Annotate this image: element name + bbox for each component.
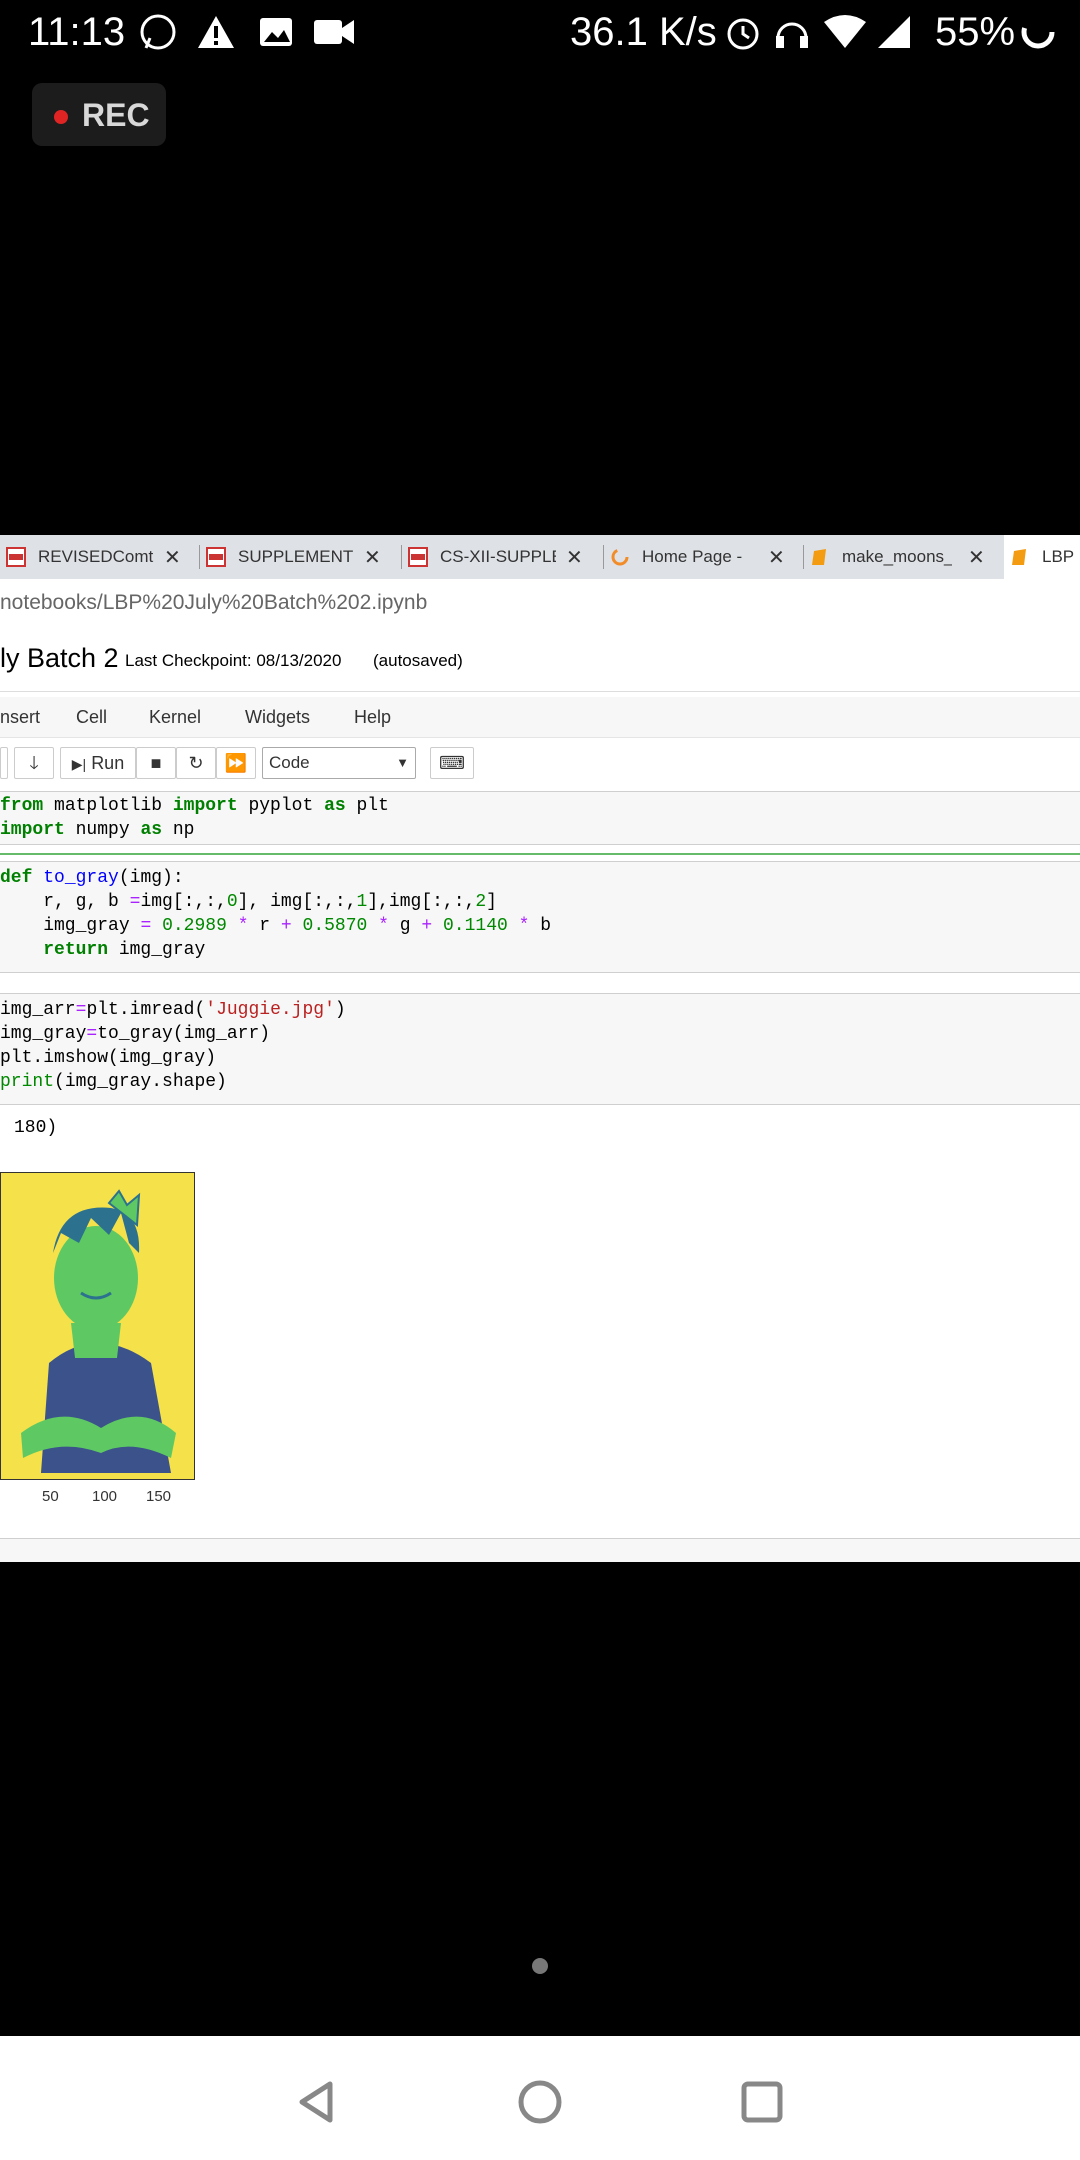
tab-label: REVISEDComt bbox=[38, 547, 154, 566]
close-icon[interactable]: ✕ bbox=[768, 545, 785, 570]
wifi-icon bbox=[824, 15, 866, 48]
step-icon: ▶| bbox=[71, 756, 87, 772]
restart-icon: ↻ bbox=[188, 753, 204, 773]
x-tick-label: 150 bbox=[146, 1488, 172, 1505]
arrow-down-icon: 🡓 bbox=[29, 753, 39, 773]
cartoon-figure-image bbox=[1, 1173, 194, 1479]
pdf-icon bbox=[6, 547, 26, 567]
code-content[interactable]: def to_gray(img): r, g, b =img[:,:,0], i… bbox=[0, 866, 551, 962]
notebook-title[interactable]: ly Batch 2 bbox=[0, 643, 119, 674]
stop-icon: ■ bbox=[150, 753, 162, 773]
whatsapp-icon bbox=[140, 14, 176, 50]
code-cell[interactable]: img_arr=plt.imread('Juggie.jpg') img_gra… bbox=[0, 993, 1080, 1105]
notebook-toolbar: 🡓 ▶| Run ■ ↻ ⏩ Code ▼ ⌨ bbox=[0, 743, 1080, 787]
notebook-menubar: nsert Cell Kernel Widgets Help bbox=[0, 697, 1080, 738]
battery-percent: 55% bbox=[935, 10, 1016, 54]
clock: 11:13 bbox=[28, 10, 126, 54]
address-bar[interactable]: notebooks/LBP%20July%20Batch%202.ipynb bbox=[0, 579, 1080, 632]
screen-capture: REVISEDComt ✕ SUPPLEMENT ✕ CS-XII-SUPPLE… bbox=[0, 535, 1080, 1562]
pdf-icon bbox=[408, 547, 428, 567]
checkpoint-status: Last Checkpoint: 08/13/2020 bbox=[125, 651, 342, 670]
url-text: notebooks/LBP%20July%20Batch%202.ipynb bbox=[0, 591, 428, 614]
signal-icon bbox=[878, 16, 910, 48]
keyboard-icon: ⌨ bbox=[439, 753, 465, 773]
menu-cell[interactable]: Cell bbox=[76, 707, 107, 728]
warning-icon bbox=[198, 16, 234, 48]
browser-tab[interactable]: CS-XII-SUPPLE ✕ bbox=[402, 535, 604, 579]
run-label: Run bbox=[91, 753, 125, 773]
tab-label: Home Page - bbox=[642, 547, 743, 566]
close-icon[interactable]: ✕ bbox=[566, 545, 583, 570]
android-nav-bar bbox=[0, 2036, 1080, 2160]
browser-tab-bar: REVISEDComt ✕ SUPPLEMENT ✕ CS-XII-SUPPLE… bbox=[0, 535, 1080, 579]
menu-insert[interactable]: nsert bbox=[0, 707, 40, 728]
code-cell[interactable]: from matplotlib import pyplot as plt imp… bbox=[0, 791, 1080, 845]
notebook-icon bbox=[812, 549, 826, 565]
alarm-icon bbox=[727, 18, 759, 50]
fast-forward-icon: ⏩ bbox=[224, 753, 248, 773]
video-icon bbox=[314, 20, 354, 44]
spinner-icon bbox=[611, 548, 629, 566]
tab-label: CS-XII-SUPPLE bbox=[440, 547, 556, 566]
status-bar: 11:13 36.1 K/s 55% bbox=[0, 0, 1080, 64]
image-icon bbox=[260, 18, 292, 46]
code-cell-partial[interactable] bbox=[0, 1538, 1080, 1562]
page-indicator-dot bbox=[532, 1958, 548, 1974]
menu-help[interactable]: Help bbox=[354, 707, 391, 728]
restart-run-all-button[interactable]: ⏩ bbox=[216, 747, 256, 779]
autosave-status: (autosaved) bbox=[373, 651, 463, 670]
notebook-icon bbox=[1012, 549, 1026, 565]
move-down-button[interactable]: 🡓 bbox=[14, 747, 54, 779]
headset-icon bbox=[776, 22, 808, 48]
code-content[interactable]: from matplotlib import pyplot as plt imp… bbox=[0, 794, 389, 842]
menu-kernel[interactable]: Kernel bbox=[149, 707, 201, 728]
browser-tab[interactable]: make_moons_ ✕ bbox=[804, 535, 1004, 579]
browser-tab[interactable]: REVISEDComt ✕ bbox=[0, 535, 200, 579]
x-tick-label: 50 bbox=[42, 1488, 59, 1505]
back-icon[interactable] bbox=[292, 2078, 340, 2126]
imshow-output-image bbox=[0, 1172, 195, 1480]
battery-ring-icon bbox=[1021, 15, 1055, 49]
tab-label: LBP bbox=[1042, 547, 1075, 566]
notebook-header: ly Batch 2 Last Checkpoint: 08/13/2020 (… bbox=[0, 631, 1080, 692]
cell-type-value: Code bbox=[269, 753, 310, 772]
chevron-down-icon: ▼ bbox=[396, 755, 409, 770]
home-icon[interactable] bbox=[516, 2078, 564, 2126]
cell-type-select[interactable]: Code ▼ bbox=[262, 747, 416, 779]
recording-label: REC bbox=[82, 97, 150, 133]
browser-tab[interactable]: Home Page - ✕ bbox=[604, 535, 804, 579]
pdf-icon bbox=[206, 547, 226, 567]
tab-label: make_moons_ bbox=[842, 547, 952, 566]
network-speed: 36.1 K/s bbox=[570, 10, 717, 54]
tab-label: SUPPLEMENT bbox=[238, 547, 354, 566]
menu-widgets[interactable]: Widgets bbox=[245, 707, 310, 728]
close-icon[interactable]: ✕ bbox=[164, 545, 181, 570]
cell-divider bbox=[0, 853, 1080, 855]
toolbar-button-partial[interactable] bbox=[0, 747, 8, 779]
recording-badge[interactable]: REC bbox=[32, 83, 166, 146]
run-button[interactable]: ▶| Run bbox=[60, 747, 136, 779]
close-icon[interactable]: ✕ bbox=[364, 545, 381, 570]
close-icon[interactable]: ✕ bbox=[968, 545, 985, 570]
code-cell[interactable]: def to_gray(img): r, g, b =img[:,:,0], i… bbox=[0, 861, 1080, 973]
restart-button[interactable]: ↻ bbox=[176, 747, 216, 779]
record-dot-icon bbox=[54, 110, 68, 124]
interrupt-button[interactable]: ■ bbox=[136, 747, 176, 779]
browser-tab-active[interactable]: LBP bbox=[1004, 535, 1080, 579]
x-tick-label: 100 bbox=[92, 1488, 118, 1505]
recents-icon[interactable] bbox=[738, 2078, 786, 2126]
code-content[interactable]: img_arr=plt.imread('Juggie.jpg') img_gra… bbox=[0, 998, 346, 1094]
cell-output-text: 180) bbox=[14, 1118, 58, 1138]
browser-tab[interactable]: SUPPLEMENT ✕ bbox=[200, 535, 402, 579]
command-palette-button[interactable]: ⌨ bbox=[430, 747, 474, 779]
